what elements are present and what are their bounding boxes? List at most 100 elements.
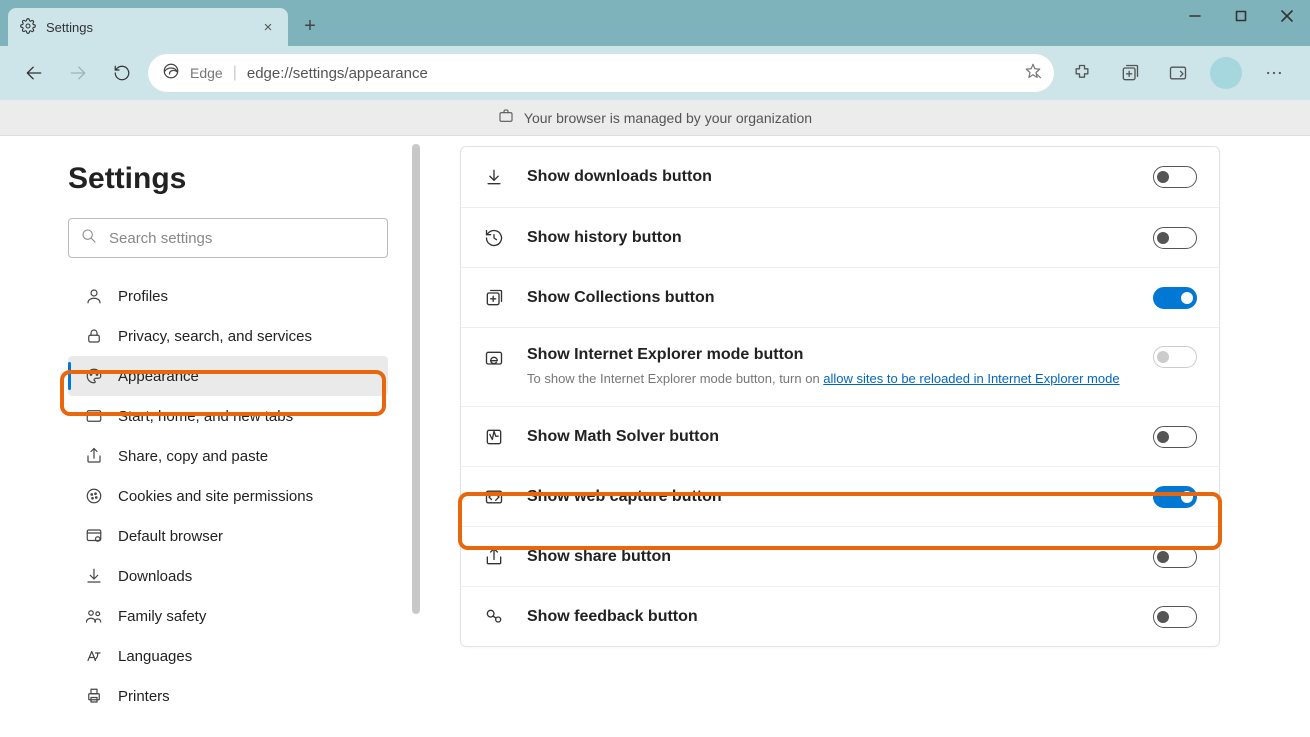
sidebar-item-cookies-permissions[interactable]: Cookies and site permissions <box>68 476 388 516</box>
sidebar-item-family-safety[interactable]: Family safety <box>68 596 388 636</box>
toggle-feedback-button[interactable] <box>1153 606 1197 628</box>
sidebar-item-label: Privacy, search, and services <box>118 328 312 345</box>
setting-title: Show Collections button <box>527 289 1131 307</box>
address-separator: | <box>233 64 237 82</box>
address-bar[interactable]: Edge | edge://settings/appearance <box>148 54 1054 92</box>
window-icon <box>84 406 104 426</box>
profile-icon <box>84 286 104 306</box>
sidebar-item-label: Appearance <box>118 368 199 385</box>
tab-strip: Settings × + <box>0 0 326 46</box>
sidebar-scrollbar[interactable] <box>412 144 420 614</box>
toggle-downloads-button[interactable] <box>1153 166 1197 188</box>
toggle-ie-mode-button <box>1153 346 1197 368</box>
setting-title: Show Math Solver button <box>527 428 1131 446</box>
briefcase-icon <box>498 108 514 127</box>
setting-row-downloads-button: Show downloads button <box>461 147 1219 207</box>
cookie-icon <box>84 486 104 506</box>
setting-title: Show downloads button <box>527 168 1131 186</box>
settings-search-input[interactable]: Search settings <box>68 218 388 258</box>
gear-icon <box>20 18 36 37</box>
download-icon <box>483 166 505 188</box>
close-tab-button[interactable]: × <box>260 19 276 36</box>
math-icon <box>483 426 505 448</box>
appearance-settings-card: Show downloads button Show history butto… <box>460 146 1220 647</box>
setting-title: Show feedback button <box>527 608 1131 626</box>
refresh-button[interactable] <box>104 55 140 91</box>
sidebar-item-printers[interactable]: Printers <box>68 676 388 716</box>
palette-icon <box>84 366 104 386</box>
sidebar-item-share-copy-paste[interactable]: Share, copy and paste <box>68 436 388 476</box>
extensions-button[interactable] <box>1062 53 1102 93</box>
edge-logo-icon <box>162 62 180 85</box>
close-window-button[interactable] <box>1264 0 1310 32</box>
browser-toolbar: Edge | edge://settings/appearance <box>0 46 1310 100</box>
browser-tab-settings[interactable]: Settings × <box>8 8 288 46</box>
sidebar-item-label: Start, home, and new tabs <box>118 408 293 425</box>
share-icon <box>84 446 104 466</box>
maximize-button[interactable] <box>1218 0 1264 32</box>
toggle-collections-button[interactable] <box>1153 287 1197 309</box>
toggle-share-button[interactable] <box>1153 546 1197 568</box>
sidebar-item-label: Printers <box>118 688 170 705</box>
sidebar-title: Settings <box>68 162 388 196</box>
settings-main-panel: Show downloads button Show history butto… <box>430 136 1310 737</box>
browser-icon <box>84 526 104 546</box>
sidebar-item-label: Family safety <box>118 608 206 625</box>
setting-title: Show Internet Explorer mode button <box>527 346 1131 364</box>
sidebar-item-appearance[interactable]: Appearance <box>68 356 388 396</box>
ie-mode-link[interactable]: allow sites to be reloaded in Internet E… <box>823 371 1119 386</box>
toggle-math-solver-button[interactable] <box>1153 426 1197 448</box>
sidebar-item-default-browser[interactable]: Default browser <box>68 516 388 556</box>
window-controls <box>1172 0 1310 32</box>
sidebar-item-profiles[interactable]: Profiles <box>68 276 388 316</box>
window-titlebar: Settings × + <box>0 0 1310 46</box>
setting-row-history-button: Show history button <box>461 207 1219 267</box>
setting-subtext: To show the Internet Explorer mode butto… <box>527 370 1131 388</box>
managed-banner-text: Your browser is managed by your organiza… <box>524 110 812 126</box>
sidebar-item-label: Cookies and site permissions <box>118 488 313 505</box>
family-icon <box>84 606 104 626</box>
settings-content: Settings Search settings Profiles Privac… <box>0 136 1310 737</box>
collections-button[interactable] <box>1110 53 1150 93</box>
sidebar-item-privacy[interactable]: Privacy, search, and services <box>68 316 388 356</box>
feedback-icon <box>483 606 505 628</box>
new-tab-button[interactable]: + <box>294 10 326 42</box>
sidebar-item-start-home-tabs[interactable]: Start, home, and new tabs <box>68 396 388 436</box>
minimize-button[interactable] <box>1172 0 1218 32</box>
toggle-history-button[interactable] <box>1153 227 1197 249</box>
favorite-button[interactable] <box>1024 62 1042 85</box>
printer-icon <box>84 686 104 706</box>
lock-icon <box>84 326 104 346</box>
setting-title: Show history button <box>527 229 1131 247</box>
sidebar-item-downloads[interactable]: Downloads <box>68 556 388 596</box>
settings-sidebar: Settings Search settings Profiles Privac… <box>0 136 408 737</box>
sidebar-wrap: Settings Search settings Profiles Privac… <box>0 136 430 737</box>
setting-row-math-solver-button: Show Math Solver button <box>461 406 1219 466</box>
back-button[interactable] <box>16 55 52 91</box>
sidebar-nav-list: Profiles Privacy, search, and services A… <box>68 276 388 716</box>
address-scheme-label: Edge <box>190 65 223 81</box>
tab-title: Settings <box>46 20 93 35</box>
ie-icon <box>483 348 505 370</box>
setting-title: Show share button <box>527 548 1131 566</box>
managed-banner: Your browser is managed by your organiza… <box>0 100 1310 136</box>
forward-button[interactable] <box>60 55 96 91</box>
setting-sub-prefix: To show the Internet Explorer mode butto… <box>527 371 823 386</box>
more-menu-button[interactable] <box>1254 53 1294 93</box>
profile-avatar[interactable] <box>1210 57 1242 89</box>
setting-row-collections-button: Show Collections button <box>461 267 1219 327</box>
setting-title: Show web capture button <box>527 488 1131 506</box>
settings-search-placeholder: Search settings <box>109 230 212 247</box>
download-icon <box>84 566 104 586</box>
setting-row-web-capture-button: Show web capture button <box>461 466 1219 526</box>
collections-icon <box>483 287 505 309</box>
web-capture-toolbar-button[interactable] <box>1158 53 1198 93</box>
share-icon <box>483 546 505 568</box>
sidebar-item-label: Share, copy and paste <box>118 448 268 465</box>
address-url: edge://settings/appearance <box>247 65 1014 82</box>
setting-row-ie-mode-button: Show Internet Explorer mode button To sh… <box>461 327 1219 406</box>
toggle-web-capture-button[interactable] <box>1153 486 1197 508</box>
setting-row-feedback-button: Show feedback button <box>461 586 1219 646</box>
sidebar-item-languages[interactable]: Languages <box>68 636 388 676</box>
sidebar-item-label: Default browser <box>118 528 223 545</box>
